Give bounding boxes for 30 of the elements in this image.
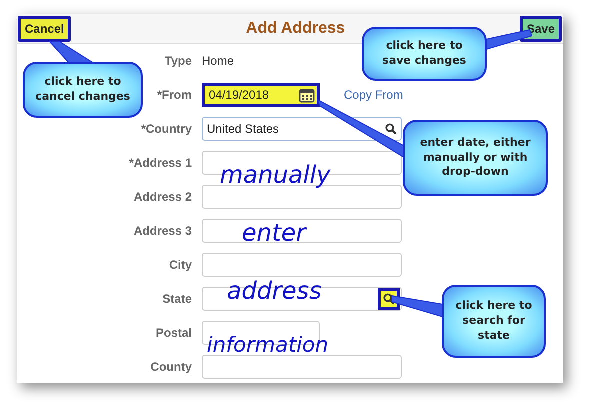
page-title: Add Address bbox=[246, 20, 346, 38]
annotation-text: address bbox=[227, 279, 322, 303]
field-label: Address 3 bbox=[134, 224, 192, 238]
copy-from-link[interactable]: Copy From bbox=[344, 88, 404, 102]
field-label: *Country bbox=[141, 122, 192, 136]
field-label: County bbox=[150, 360, 192, 374]
search-icon[interactable] bbox=[385, 123, 397, 135]
field-label: *From bbox=[157, 88, 192, 102]
text-field[interactable] bbox=[202, 219, 402, 243]
callout: click here to cancel changes bbox=[23, 62, 143, 118]
calendar-icon[interactable] bbox=[299, 88, 315, 102]
field-label: Postal bbox=[156, 326, 192, 340]
search-icon[interactable] bbox=[383, 293, 395, 305]
text-field[interactable] bbox=[202, 253, 402, 277]
text-field[interactable] bbox=[202, 355, 402, 379]
field-label: City bbox=[169, 258, 192, 272]
date-field[interactable]: 04/19/2018 bbox=[202, 83, 320, 107]
field-label: *Address 1 bbox=[129, 156, 192, 170]
annotation-text: manually bbox=[220, 163, 331, 187]
field-label: Address 2 bbox=[134, 190, 192, 204]
callout: click here to search for state bbox=[442, 285, 546, 358]
callout: click here to save changes bbox=[362, 27, 487, 81]
field-label: Type bbox=[164, 54, 192, 68]
field-label: State bbox=[162, 292, 192, 306]
cancel-button[interactable]: Cancel bbox=[18, 16, 72, 42]
country-field[interactable]: United States bbox=[202, 117, 402, 141]
annotation-text: information bbox=[207, 335, 329, 355]
field-value: Home bbox=[202, 54, 234, 68]
annotation-text: enter bbox=[242, 221, 306, 245]
callout: enter date, either manually or with drop-down bbox=[403, 120, 548, 196]
